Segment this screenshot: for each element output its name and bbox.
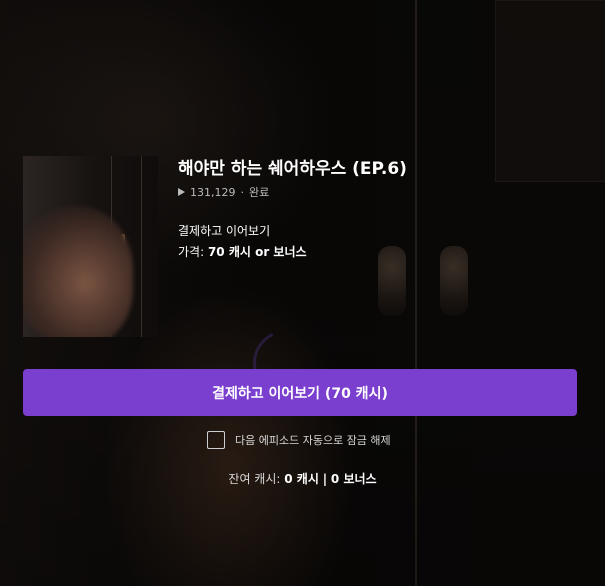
price-line: 가격: 70 캐시 or 보너스 <box>178 243 578 260</box>
price-label: 가격: <box>178 245 205 259</box>
remaining-balance: 잔여 캐시: 0 캐시 | 0 보너스 <box>0 470 605 487</box>
episode-status: 완료 <box>249 186 270 199</box>
balance-divider: | <box>322 472 328 486</box>
thumbnail-door-line <box>141 156 142 337</box>
meta-separator: · <box>240 185 245 199</box>
play-icon <box>178 188 185 196</box>
episode-thumbnail <box>23 156 158 337</box>
price-value: 70 캐시 or 보너스 <box>207 245 307 259</box>
unlock-text: 결제하고 이어보기 <box>178 224 271 238</box>
auto-unlock-row[interactable]: 다음 에피소드 자동으로 잠금 해제 <box>207 431 391 449</box>
episode-info: 해야만 하는 쉐어하우스 (EP.6) 131,129 · 완료 결제하고 이어… <box>178 157 578 260</box>
episode-meta: 131,129 · 완료 <box>178 184 578 200</box>
thumbnail-person <box>23 206 133 337</box>
auto-unlock-label[interactable]: 다음 에피소드 자동으로 잠금 해제 <box>235 432 391 448</box>
balance-bonus: 0 보너스 <box>330 472 377 486</box>
pay-and-continue-button[interactable]: 결제하고 이어보기 (70 캐시) <box>23 369 577 416</box>
balance-label: 잔여 캐시: <box>228 472 281 486</box>
balance-cash: 0 캐시 <box>284 472 319 486</box>
auto-unlock-checkbox[interactable] <box>207 431 225 449</box>
episode-title: 해야만 하는 쉐어하우스 (EP.6) <box>178 159 407 179</box>
view-count: 131,129 <box>190 185 236 199</box>
